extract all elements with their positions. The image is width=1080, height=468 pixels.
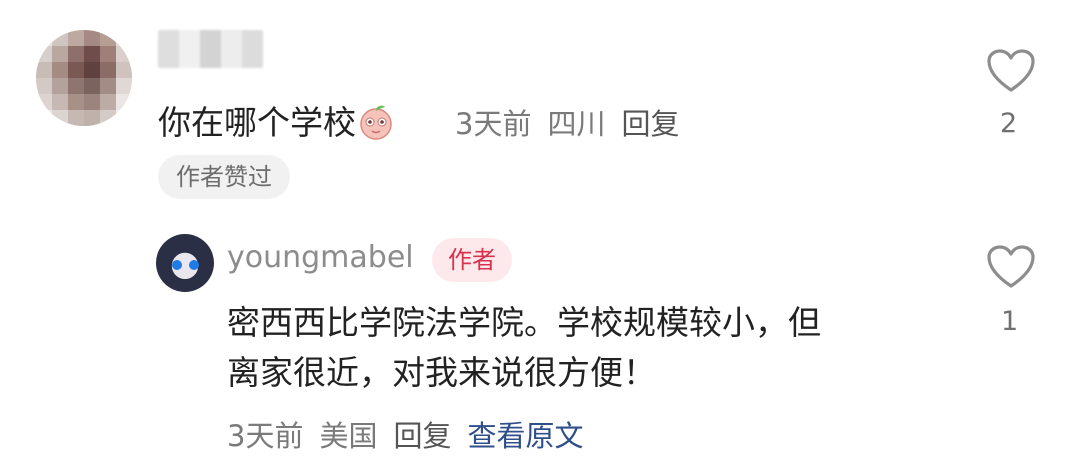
avatar-eye-right [189, 260, 199, 270]
comment-body: 你在哪个学校 [158, 103, 356, 142]
comment-like-count: 2 [1000, 108, 1018, 139]
author-badge: 作者 [432, 238, 512, 282]
avatar-mosaic [36, 30, 132, 126]
author-liked-badge: 作者赞过 [158, 155, 290, 199]
comment-location: 四川 [547, 107, 606, 141]
reply-text: 密西西比学院法学院。学校规模较小，但 离家很近，对我来说很方便！ [227, 298, 947, 398]
reply-time: 3天前 [227, 419, 304, 453]
comment-time: 3天前 [455, 107, 532, 141]
reply-avatar[interactable] [156, 234, 214, 292]
reply-reply-button[interactable]: 回复 [393, 419, 451, 453]
commenter-avatar[interactable] [36, 30, 132, 126]
reply-like-count: 1 [1001, 306, 1019, 337]
reply-text-line-1: 密西西比学院法学院。学校规模较小，但 [227, 303, 821, 342]
comment-text: 你在哪个学校 [158, 96, 394, 144]
comment-reply-button[interactable]: 回复 [621, 107, 679, 141]
reply-username[interactable]: youngmabel [227, 240, 414, 275]
avatar-eye-left [172, 260, 182, 270]
comment-like-heart-icon[interactable] [986, 48, 1036, 94]
reply-location: 美国 [319, 419, 378, 453]
view-original-link[interactable]: 查看原文 [467, 419, 583, 453]
reply-like-heart-icon[interactable] [986, 244, 1036, 290]
reply-text-line-2: 离家很近，对我来说很方便！ [227, 353, 656, 392]
commenter-name-blurred[interactable] [158, 30, 263, 68]
peach-face-emoji-icon [360, 105, 392, 140]
comment-meta: 3天前 四川 回复 [455, 101, 695, 143]
reply-meta: 3天前 美国 回复 查看原文 [227, 413, 600, 455]
